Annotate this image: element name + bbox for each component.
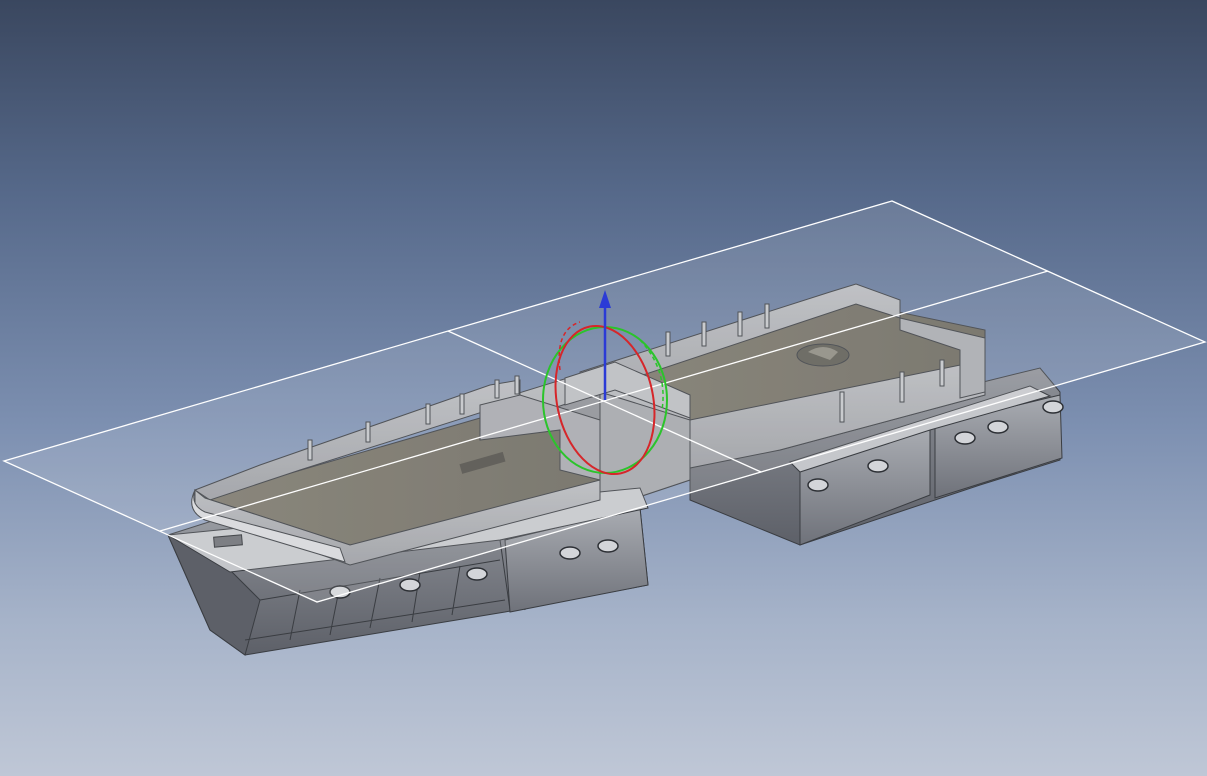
3d-graphics-viewport[interactable] bbox=[0, 0, 1207, 776]
model-scene[interactable] bbox=[0, 0, 1207, 776]
